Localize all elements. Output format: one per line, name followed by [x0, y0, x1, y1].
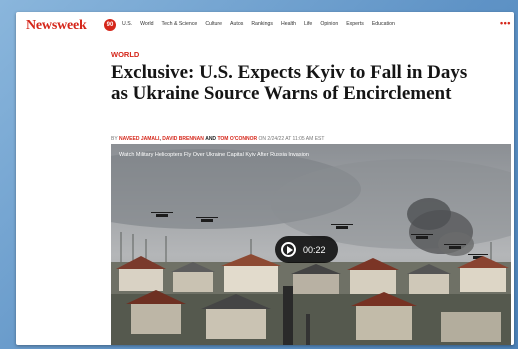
more-menu-icon[interactable]: ••• [500, 18, 511, 28]
nav-link-rankings[interactable]: Rankings [251, 21, 273, 27]
publish-date: ON 2/24/22 AT 11:05 AM EST [258, 136, 325, 142]
nav-link-autos[interactable]: Autos [230, 21, 243, 27]
nav-link-opinion[interactable]: Opinion [320, 21, 338, 27]
play-button[interactable]: 00:22 [275, 236, 338, 263]
author-link-2[interactable]: DAVID BRENNAN [162, 136, 204, 142]
browser-page: Newsweek 90 U.S. World Tech & Science Cu… [16, 12, 514, 345]
byline-prefix: BY [111, 136, 118, 142]
nav-link-life[interactable]: Life [304, 21, 312, 27]
byline-separator: , [159, 136, 161, 142]
nav-link-education[interactable]: Education [372, 21, 395, 27]
anniversary-badge: 90 [104, 19, 116, 31]
nav-link-health[interactable]: Health [281, 21, 296, 27]
author-link-1[interactable]: NAVEED JAMALI [119, 136, 159, 142]
nav-link-us[interactable]: U.S. [122, 21, 132, 27]
byline-and: AND [205, 136, 217, 142]
video-title: Watch Military Helicopters Fly Over Ukra… [119, 152, 309, 158]
nav-link-experts[interactable]: Experts [346, 21, 364, 27]
site-logo[interactable]: Newsweek [26, 18, 87, 34]
nav-link-world[interactable]: World [140, 21, 153, 27]
video-duration: 00:22 [303, 244, 326, 255]
section-label[interactable]: WORLD [111, 50, 139, 59]
nav-links: U.S. World Tech & Science Culture Autos … [122, 21, 395, 27]
play-icon [281, 242, 296, 257]
author-link-3[interactable]: TOM O'CONNOR [217, 136, 257, 142]
byline: BY NAVEED JAMALI, DAVID BRENNAN AND TOM … [111, 136, 324, 142]
top-navigation: Newsweek 90 U.S. World Tech & Science Cu… [16, 12, 514, 36]
article-headline: Exclusive: U.S. Expects Kyiv to Fall in … [111, 62, 468, 104]
nav-link-culture[interactable]: Culture [205, 21, 222, 27]
video-player[interactable]: Watch Military Helicopters Fly Over Ukra… [111, 144, 511, 345]
nav-link-tech-science[interactable]: Tech & Science [162, 21, 198, 27]
